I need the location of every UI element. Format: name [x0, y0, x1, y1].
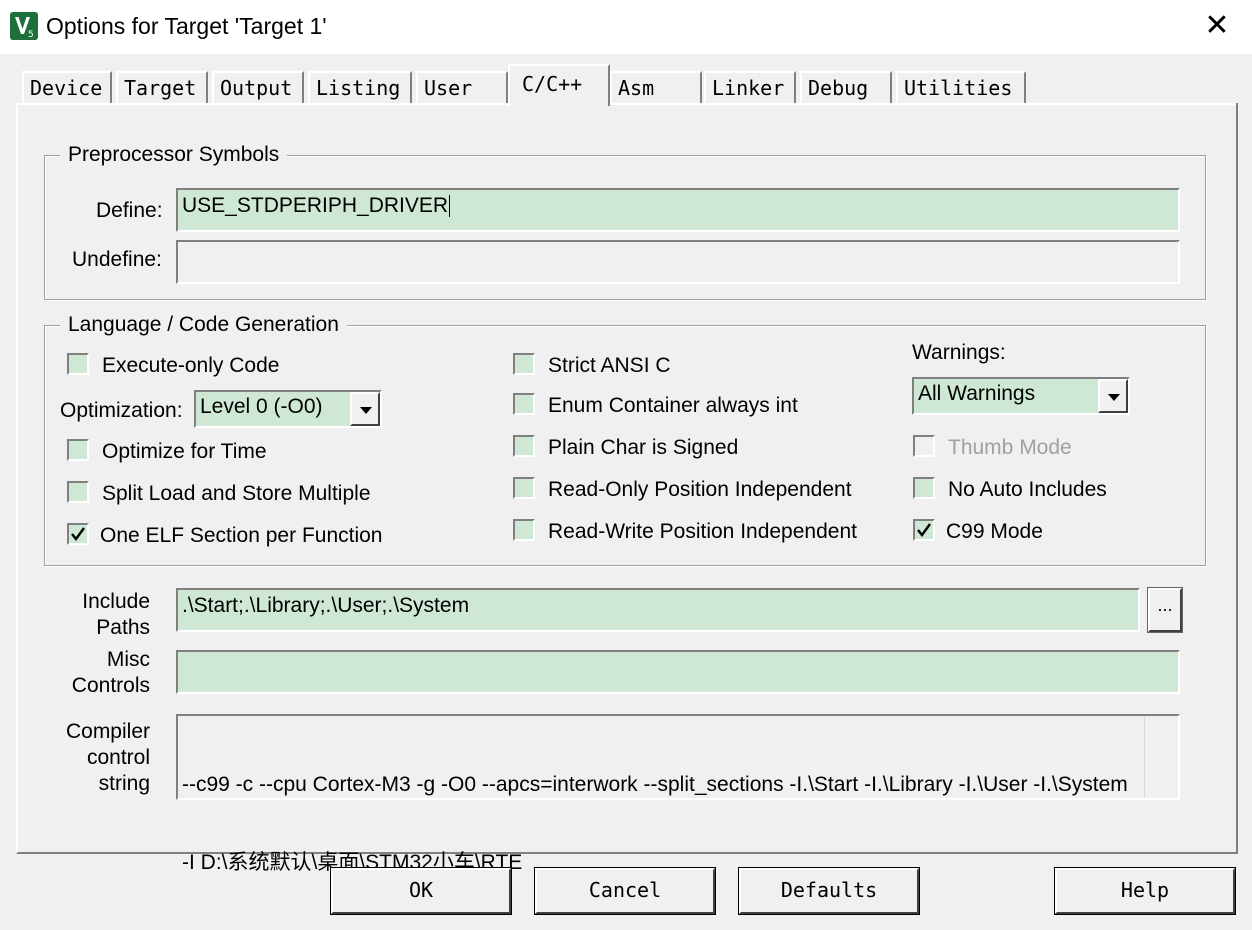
- strict-ansi-checkbox[interactable]: [513, 353, 535, 375]
- tab-c-cpp[interactable]: C/C++: [508, 64, 610, 106]
- tab-utilities[interactable]: Utilities: [896, 71, 1026, 103]
- chevron-down-icon: [1108, 394, 1120, 401]
- rw-pi-checkbox[interactable]: [513, 519, 535, 541]
- rw-pi-label: Read-Write Position Independent: [548, 520, 857, 543]
- split-load-label: Split Load and Store Multiple: [102, 482, 371, 505]
- no-auto-includes-label: No Auto Includes: [948, 478, 1107, 501]
- undefine-label: Undefine:: [72, 248, 162, 271]
- define-input[interactable]: USE_STDPERIPH_DRIVER: [176, 188, 1180, 232]
- help-button[interactable]: Help: [1054, 867, 1236, 915]
- thumb-mode-checkbox: [913, 435, 935, 457]
- undefine-input[interactable]: [176, 240, 1180, 284]
- include-label-line1: Include: [82, 590, 150, 613]
- misc-label-line2: Controls: [71, 674, 150, 697]
- include-label-line2: Paths: [96, 616, 150, 639]
- optimize-time-checkbox[interactable]: [67, 439, 89, 461]
- execute-only-label: Execute-only Code: [102, 354, 280, 377]
- ro-pi-checkbox[interactable]: [513, 477, 535, 499]
- cancel-button[interactable]: Cancel: [534, 867, 716, 915]
- language-legend: Language / Code Generation: [60, 313, 347, 337]
- compiler-label-line2: control: [86, 746, 150, 769]
- optimize-time-label: Optimize for Time: [102, 440, 267, 463]
- compiler-string-line1: --c99 -c --cpu Cortex-M3 -g -O0 --apcs=i…: [182, 773, 1128, 796]
- tab-user[interactable]: User: [416, 71, 508, 103]
- tab-debug[interactable]: Debug: [800, 71, 892, 103]
- keil-uvision-icon: 5: [10, 12, 38, 40]
- chevron-down-icon: [360, 407, 372, 414]
- compiler-control-string[interactable]: --c99 -c --cpu Cortex-M3 -g -O0 --apcs=i…: [176, 714, 1180, 874]
- tab-target[interactable]: Target: [116, 71, 208, 103]
- ok-button[interactable]: OK: [330, 867, 512, 915]
- misc-controls-input[interactable]: [176, 650, 1180, 694]
- warnings-select[interactable]: All Warnings: [912, 377, 1130, 415]
- enum-container-checkbox[interactable]: [513, 393, 535, 415]
- c99-mode-label: C99 Mode: [946, 520, 1043, 543]
- preprocessor-legend: Preprocessor Symbols: [60, 143, 288, 167]
- tab-listing[interactable]: Listing: [308, 71, 412, 103]
- c99-mode-checkbox[interactable]: [913, 519, 935, 541]
- tab-output[interactable]: Output: [212, 71, 304, 103]
- define-value: USE_STDPERIPH_DRIVER: [182, 194, 449, 217]
- optimization-select[interactable]: Level 0 (-O0): [194, 390, 382, 428]
- split-load-checkbox[interactable]: [67, 481, 89, 503]
- include-browse-button[interactable]: ...: [1147, 587, 1183, 633]
- optimization-value: Level 0 (-O0): [200, 395, 323, 418]
- misc-label-line1: Misc: [106, 648, 150, 671]
- checkmark-icon: [71, 527, 85, 541]
- close-icon[interactable]: ✕: [1199, 8, 1235, 44]
- text-caret: [449, 195, 451, 218]
- execute-only-checkbox[interactable]: [67, 353, 89, 375]
- optimization-label: Optimization:: [60, 399, 183, 422]
- thumb-mode-label: Thumb Mode: [948, 436, 1072, 459]
- tab-linker[interactable]: Linker: [704, 71, 796, 103]
- defaults-button[interactable]: Defaults: [738, 867, 920, 915]
- plain-char-label: Plain Char is Signed: [548, 436, 739, 459]
- ro-pi-label: Read-Only Position Independent: [548, 478, 852, 501]
- optimization-dropdown-button[interactable]: [350, 392, 380, 426]
- compiler-scrollbar[interactable]: [1144, 716, 1178, 798]
- warnings-value: All Warnings: [918, 382, 1036, 405]
- window-title: Options for Target 'Target 1': [46, 13, 327, 39]
- no-auto-includes-checkbox[interactable]: [913, 477, 935, 499]
- plain-char-checkbox[interactable]: [513, 435, 535, 457]
- warnings-label: Warnings:: [912, 341, 1006, 364]
- svg-text:5: 5: [28, 30, 34, 40]
- define-label: Define:: [96, 199, 163, 222]
- compiler-label-line3: string: [98, 772, 150, 795]
- strict-ansi-label: Strict ANSI C: [548, 354, 671, 377]
- one-elf-label: One ELF Section per Function: [100, 524, 383, 547]
- tab-asm[interactable]: Asm: [610, 71, 702, 103]
- one-elf-checkbox[interactable]: [67, 523, 89, 545]
- checkmark-icon: [917, 523, 931, 537]
- warnings-dropdown-button[interactable]: [1098, 379, 1128, 413]
- compiler-label-line1: Compiler: [65, 720, 150, 743]
- include-paths-input[interactable]: .\Start;.\Library;.\User;.\System: [176, 588, 1140, 632]
- tab-device[interactable]: Device: [22, 71, 112, 103]
- enum-container-label: Enum Container always int: [548, 394, 798, 417]
